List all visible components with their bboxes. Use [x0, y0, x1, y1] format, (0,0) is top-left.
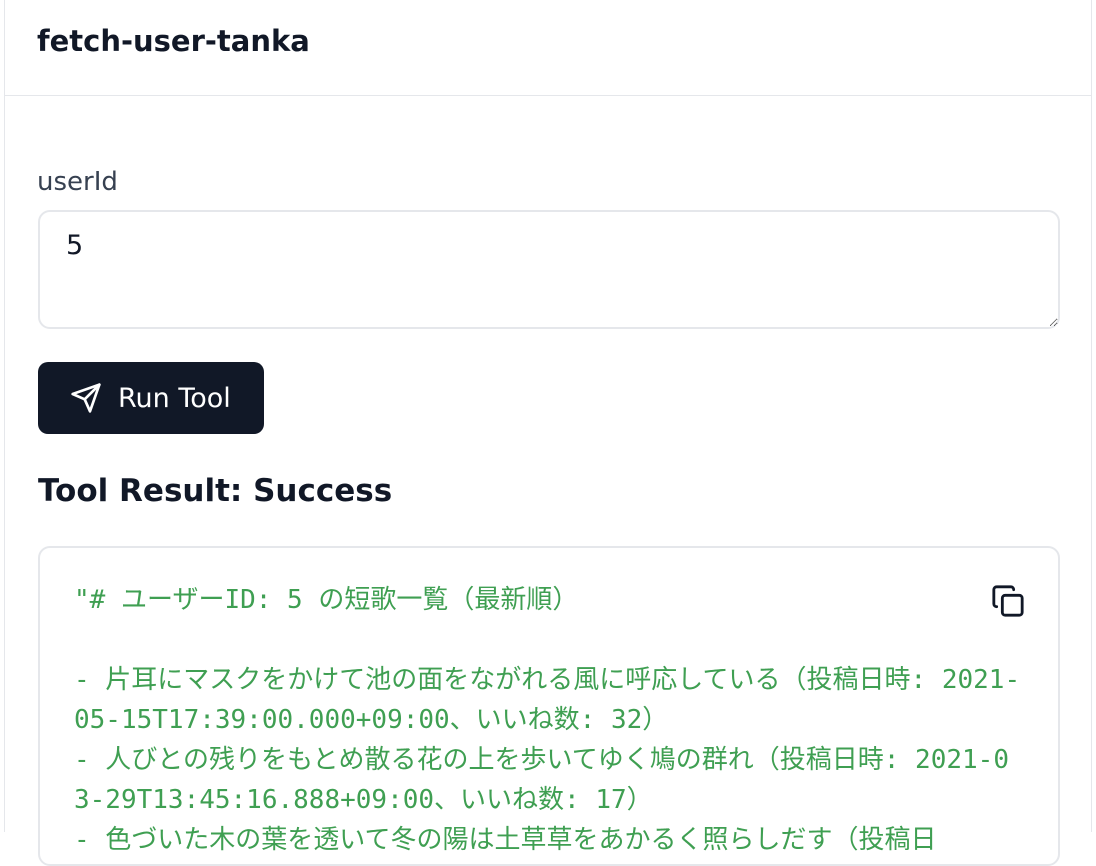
result-heading: Tool Result: Success [38, 473, 393, 509]
userid-label: userId [37, 167, 118, 197]
result-output: "# ユーザーID: 5 の短歌一覧（最新順） - 片耳にマスクをかけて池の面を… [38, 546, 1060, 866]
copy-icon [991, 584, 1025, 621]
copy-button[interactable] [988, 582, 1028, 622]
result-text: "# ユーザーID: 5 の短歌一覧（最新順） - 片耳にマスクをかけて池の面を… [74, 585, 1021, 855]
tool-panel: fetch-user-tanka userId Run Tool Tool Re… [4, 0, 1092, 866]
run-tool-label: Run Tool [118, 382, 231, 414]
panel-header: fetch-user-tanka [5, 0, 1091, 96]
run-tool-button[interactable]: Run Tool [38, 362, 264, 434]
userid-input[interactable] [38, 210, 1060, 329]
send-icon [70, 382, 102, 414]
tool-title: fetch-user-tanka [37, 24, 310, 58]
